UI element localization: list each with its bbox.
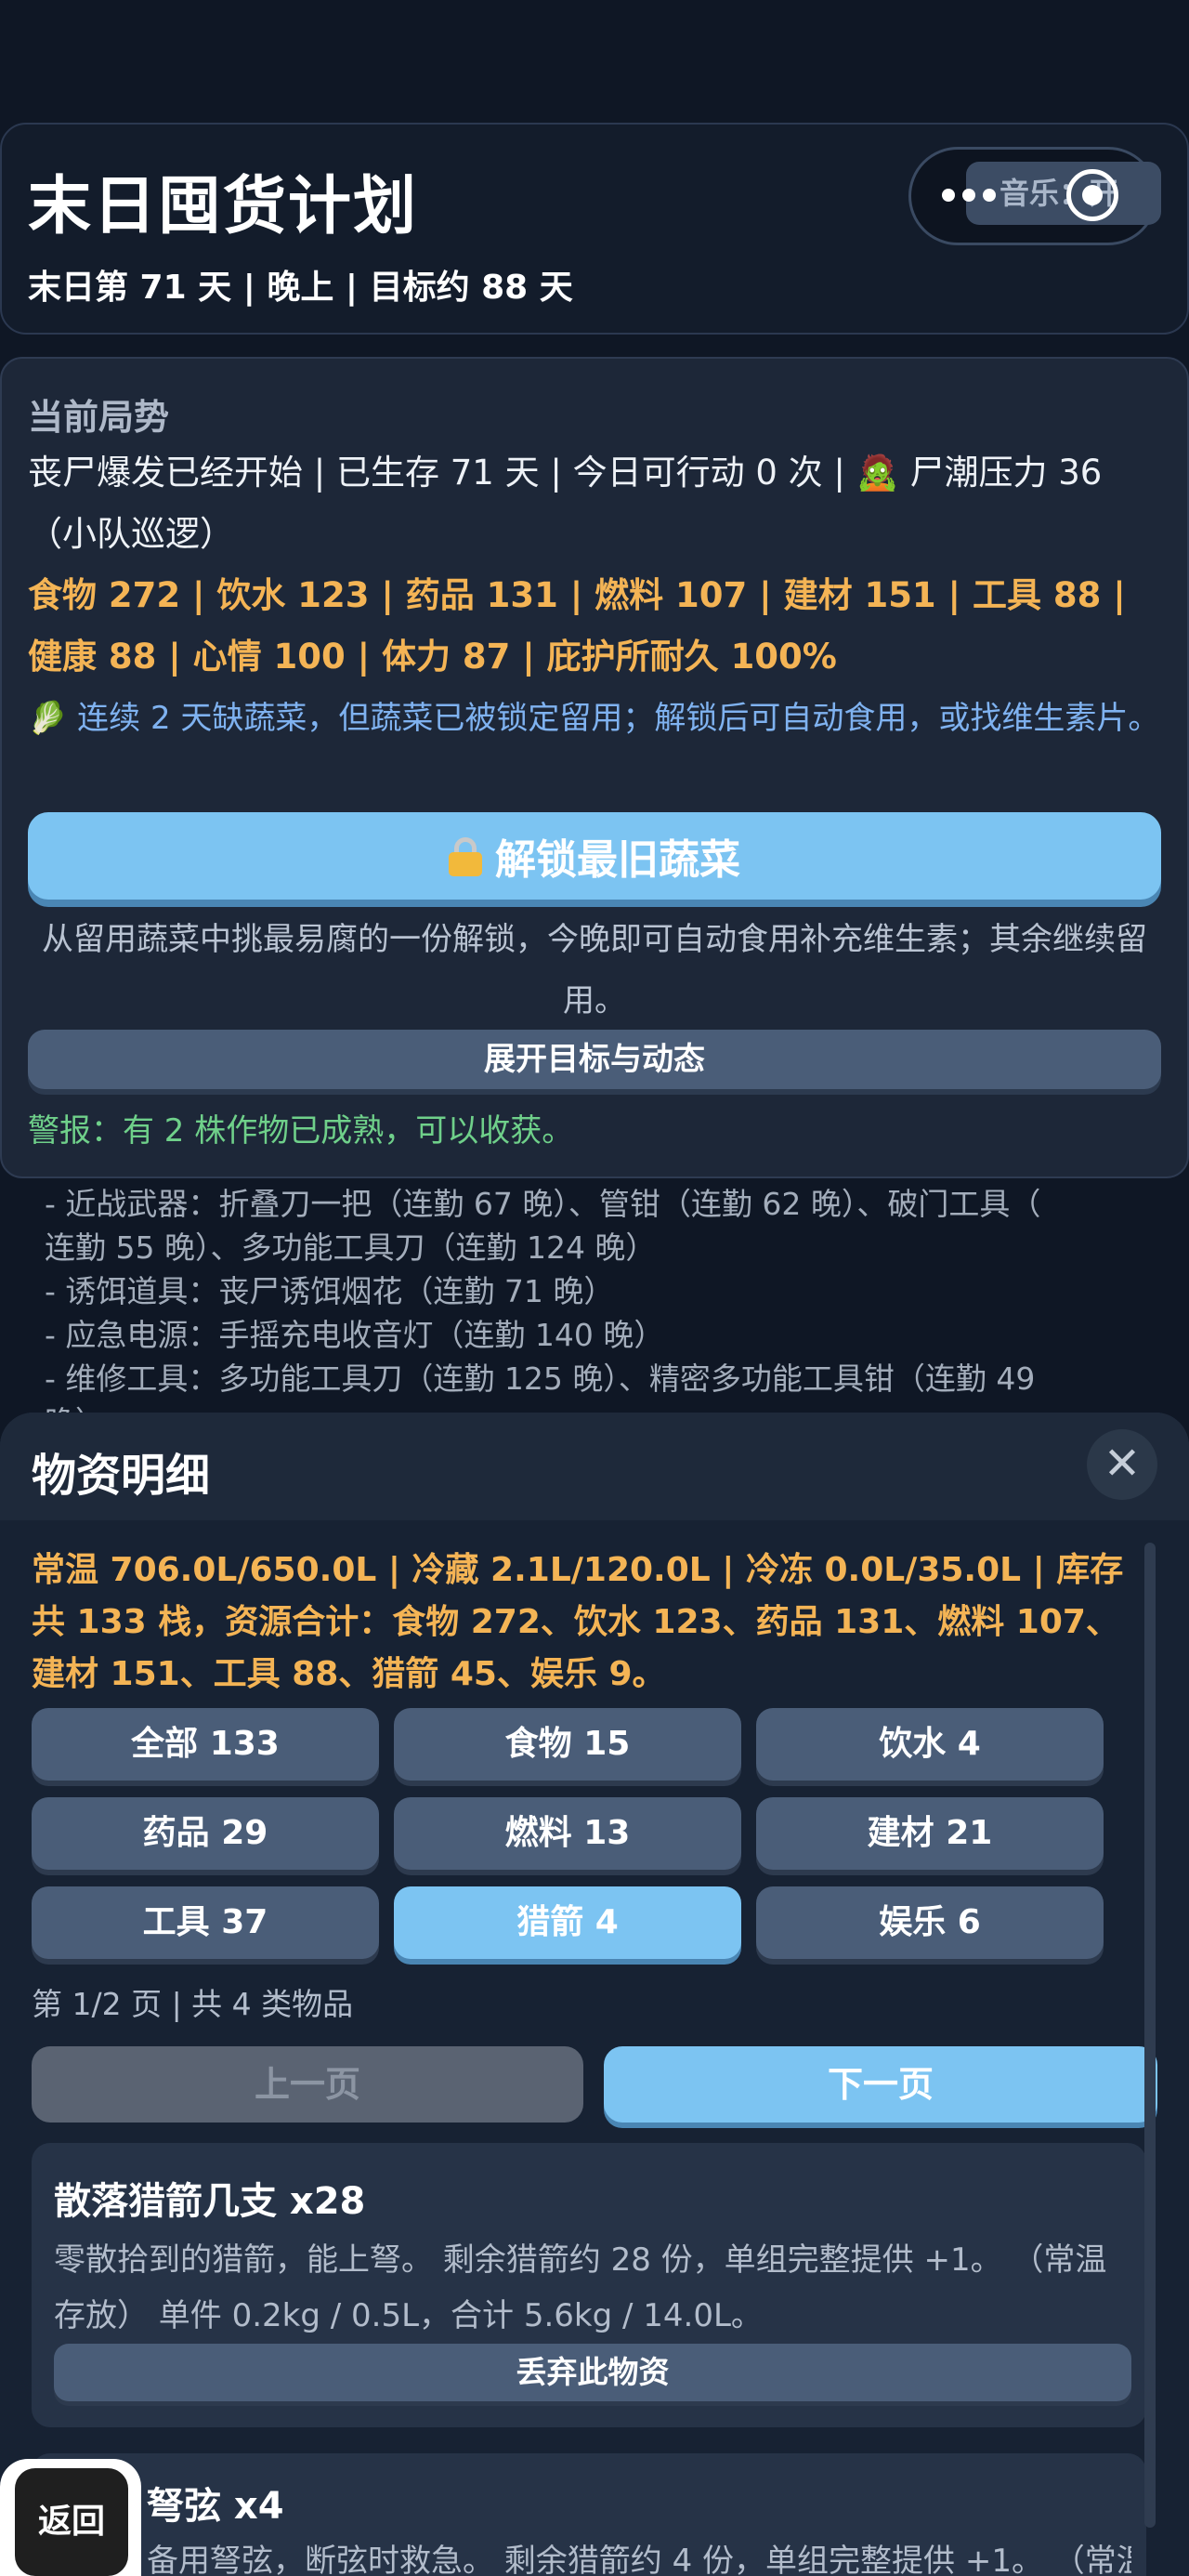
item-description: 零散拾到的猎箭，能上弩。 剩余猎箭约 28 份，单组完整提供 +1。 （常温存放… [54, 2241, 1107, 2334]
prev-page-button[interactable]: 上一页 [32, 2046, 583, 2123]
scrollbar[interactable] [1144, 1543, 1156, 2528]
filter-water[interactable]: 饮水 4 [756, 1708, 1104, 1781]
close-capsule-icon[interactable] [1066, 169, 1118, 221]
vegetable-warning: 🥬 连续 2 天缺蔬菜，但蔬菜已被锁定留用；解锁后可自动食用，或找维生素片。 [28, 700, 1160, 737]
filter-all[interactable]: 全部 133 [32, 1708, 379, 1781]
day-subtitle: 末日第 71 天 | 晚上 | 目标约 88 天 [28, 269, 573, 307]
inventory-item-card: 散落猎箭几支 x28 零散拾到的猎箭，能上弩。 剩余猎箭约 28 份，单组完整提… [32, 2143, 1146, 2427]
detail-title: 物资明细 [32, 1450, 211, 1502]
filter-medicine[interactable]: 药品 29 [32, 1797, 379, 1870]
log-line: - 维修工具：多功能工具刀（连勤 125 晚）、精密多功能工具钳（连勤 49 [45, 1360, 1036, 1397]
unlock-description: 从留用蔬菜中挑最易腐的一份解锁，今晚即可自动食用补充维生素；其余继续留用。 [42, 921, 1147, 1019]
page-info: 第 1/2 页 | 共 4 类物品 [32, 1986, 354, 2022]
next-page-button[interactable]: 下一页 [604, 2046, 1157, 2123]
app-title: 末日囤货计划 [28, 170, 419, 243]
activity-log: - 近战武器：折叠刀一把（连勤 67 晚）、管钳（连勤 62 晚）、破门工具（ … [0, 1182, 1189, 1424]
log-line: - 诱饵道具：丧尸诱饵烟花（连勤 71 晚） [45, 1273, 615, 1309]
situation-heading: 当前局势 [28, 397, 170, 438]
expand-goals-button[interactable]: 展开目标与动态 [28, 1030, 1161, 1089]
storage-summary: 常温 706.0L/650.0L | 冷藏 2.1L/120.0L | 冷冻 0… [32, 1551, 1124, 1693]
unlock-oldest-vegetable-button[interactable]: 解锁最旧蔬菜 [28, 812, 1161, 900]
inventory-item-card: 弩弦 x4 备用弩弦，断弦时救急。 剩余猎箭约 4 份，单组完整提供 +1。 （… [32, 2453, 1146, 2576]
log-line: - 应急电源：手摇充电收音灯（连勤 140 晚） [45, 1317, 665, 1353]
item-name: 弩弦 x4 [147, 2485, 284, 2528]
filter-tools[interactable]: 工具 37 [32, 1886, 379, 1959]
filter-entertainment[interactable]: 娱乐 6 [756, 1886, 1104, 1959]
resources-text: 食物 272 | 饮水 123 | 药品 131 | 燃料 107 | 建材 1… [28, 575, 1126, 677]
filter-food[interactable]: 食物 15 [394, 1708, 741, 1781]
unlock-button-label: 解锁最旧蔬菜 [495, 836, 740, 884]
alert-text: 警报：有 2 株作物已成熟，可以收获。 [28, 1112, 574, 1150]
item-name: 散落猎箭几支 x28 [54, 2180, 366, 2223]
log-line: - 近战武器：折叠刀一把（连勤 67 晚）、管钳（连勤 62 晚）、破门工具（ [45, 1186, 1041, 1222]
status-text: 丧尸爆发已经开始 | 已生存 71 天 | 今日可行动 0 次 | 🧟 尸潮压力… [28, 453, 1103, 554]
filter-fuel[interactable]: 燃料 13 [394, 1797, 741, 1870]
close-icon[interactable]: ✕ [1087, 1429, 1157, 1500]
filter-materials[interactable]: 建材 21 [756, 1797, 1104, 1870]
item-description: 备用弩弦，断弦时救急。 剩余猎箭约 4 份，单组完整提供 +1。 （常温存放） [147, 2543, 1131, 2576]
more-options-icon[interactable] [942, 182, 1001, 210]
filter-arrows[interactable]: 猎箭 4 [394, 1886, 741, 1959]
discard-item-button[interactable]: 丢弃此物资 [54, 2344, 1131, 2401]
back-button[interactable]: 返回 [15, 2468, 128, 2576]
log-line: 连勤 55 晚）、多功能工具刀（连勤 124 晚） [45, 1229, 657, 1266]
unlock-icon [449, 837, 482, 876]
